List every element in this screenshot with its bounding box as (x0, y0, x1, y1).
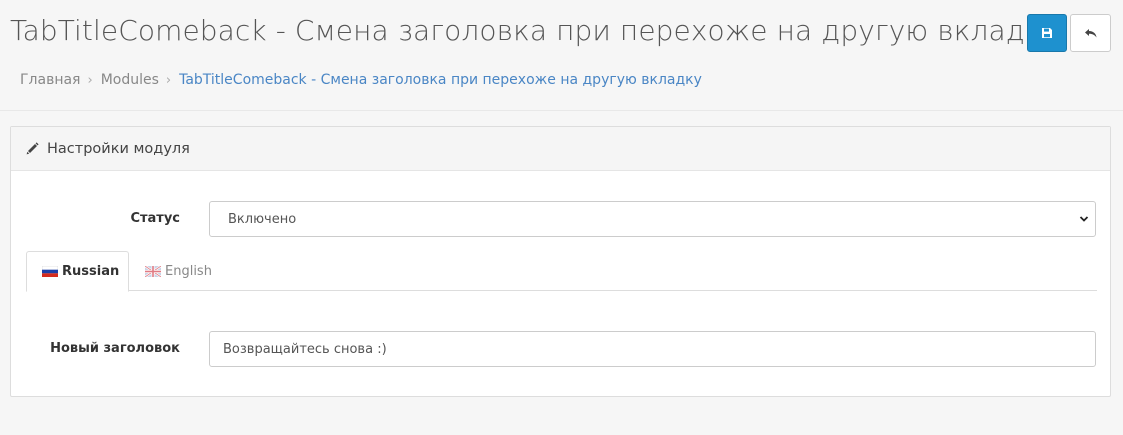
tab-english[interactable]: English (145, 251, 212, 292)
pencil-icon (26, 142, 39, 155)
panel-heading: Настройки модуля (11, 127, 1110, 171)
gb-flag-icon (145, 266, 161, 277)
status-select-value: Включено (228, 211, 297, 227)
language-tabs: Russian English (26, 251, 1097, 292)
breadcrumb-home[interactable]: Главная (20, 72, 80, 88)
page-title: TabTitleComeback - Смена заголовка при п… (10, 14, 1059, 47)
breadcrumb-separator: › (87, 72, 93, 88)
breadcrumb-separator: › (165, 72, 172, 88)
save-button[interactable] (1027, 14, 1067, 52)
status-label: Статус (130, 211, 180, 226)
new-title-value: Возвращайтесь снова :) (223, 341, 387, 357)
save-icon (1042, 28, 1052, 38)
settings-panel: Настройки модуля Статус Включено Russian (10, 126, 1111, 397)
ru-flag-icon (42, 266, 58, 277)
chevron-down-icon (1079, 216, 1089, 222)
back-button[interactable] (1070, 14, 1111, 52)
panel-title: Настройки модуля (47, 140, 190, 157)
tab-russian[interactable]: Russian (26, 251, 129, 292)
page-header: TabTitleComeback - Смена заголовка при п… (0, 0, 1123, 111)
new-title-input[interactable]: Возвращайтесь снова :) (209, 331, 1096, 367)
status-select[interactable]: Включено (209, 201, 1096, 237)
breadcrumb: Главная › Modules › TabTitleComeback - С… (20, 72, 702, 88)
breadcrumb-modules[interactable]: Modules (101, 72, 159, 88)
reply-icon (1084, 29, 1096, 38)
tab-english-label: English (165, 264, 212, 279)
breadcrumb-current[interactable]: TabTitleComeback - Смена заголовка при п… (179, 72, 702, 88)
tab-russian-label: Russian (62, 264, 120, 279)
new-title-label: Новый заголовок (50, 341, 180, 356)
